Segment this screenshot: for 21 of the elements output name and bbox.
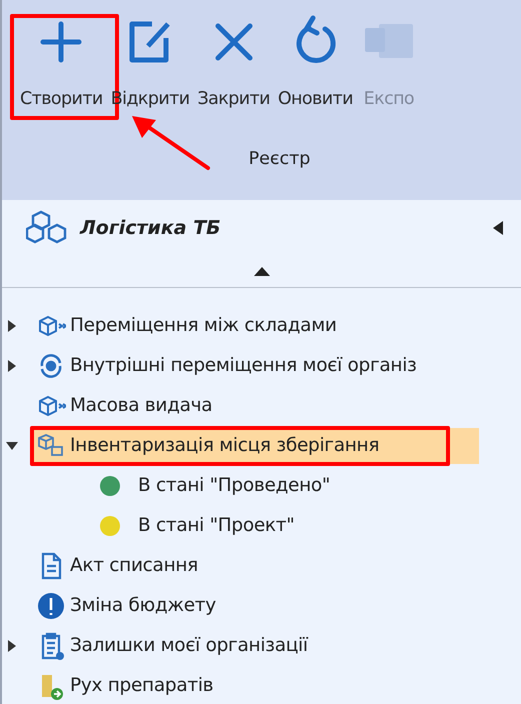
tree-item[interactable]: Зміна бюджету [30, 588, 479, 624]
collapsed-caret-icon[interactable] [6, 640, 18, 652]
ribbon-button[interactable]: Створити [16, 14, 107, 112]
tree-item[interactable]: Залишки моєї організації [30, 628, 479, 664]
collapsed-caret-icon[interactable] [6, 320, 18, 332]
tree-item[interactable]: Масова видача [30, 388, 479, 424]
scroll-up-icon[interactable] [254, 267, 270, 276]
info-icon [36, 591, 66, 621]
expanded-caret-icon[interactable] [6, 440, 18, 452]
ribbon-button[interactable]: Закрити [193, 14, 274, 112]
tree-item[interactable]: Акт списання [30, 548, 479, 584]
tree-item[interactable]: Рух препаратів [30, 668, 479, 704]
ribbon-group-label: Реєстр [248, 148, 312, 172]
ribbon-button[interactable]: Оновити [274, 14, 357, 112]
tree-item[interactable]: В стані "Проведено" [100, 472, 330, 500]
panel-title: Логістика ТБ [80, 216, 222, 241]
tree-item[interactable]: Внутрішні переміщення моєї організ [30, 348, 479, 384]
collapse-caret-icon[interactable] [493, 221, 503, 235]
tree-item[interactable]: В стані "Проект" [100, 512, 294, 540]
tree-item[interactable]: Переміщення між складами [30, 308, 479, 344]
collapsed-caret-icon[interactable] [6, 360, 18, 372]
